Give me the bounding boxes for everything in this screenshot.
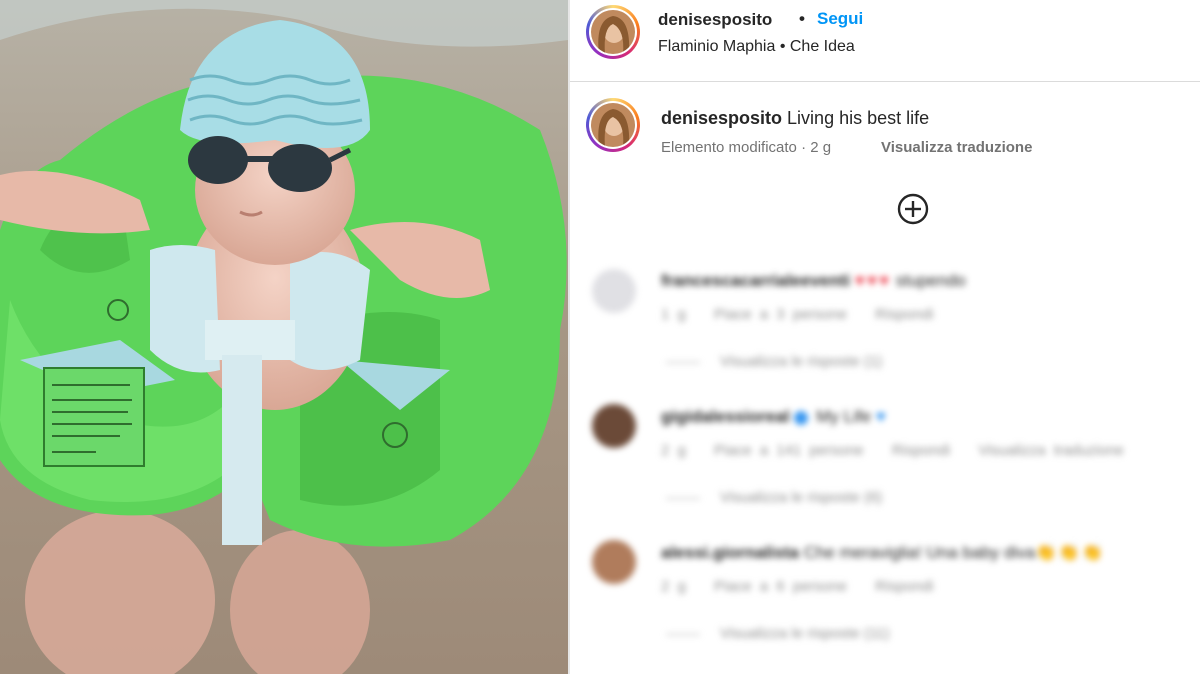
comment-text: stupendo — [895, 271, 966, 290]
commenter-avatar[interactable] — [592, 269, 636, 313]
comment-time: 2 g — [661, 442, 686, 459]
view-replies-button[interactable]: Visualizza le risposte (6) — [666, 489, 882, 506]
view-replies-button[interactable]: Visualizza le risposte (11) — [666, 625, 890, 642]
view-replies-button[interactable]: Visualizza le risposte (1) — [666, 353, 882, 370]
comment-body: francescacarrialeeventi ♥♥♥ stupendo — [661, 271, 966, 291]
comment-username[interactable]: gigidalessioreal — [661, 407, 790, 426]
caption-meta: Elemento modificato · 2 g — [661, 139, 832, 156]
comment-likes[interactable]: Piace a 6 persone — [714, 578, 847, 595]
comment-meta: 2 g Piace a 6 persone Rispondi — [661, 578, 954, 595]
reply-button[interactable]: Rispondi — [875, 306, 933, 323]
comment-text: Che meraviglia! Una baby diva — [803, 543, 1036, 562]
comment-body: gigidalessioreal My Life ♥ — [661, 407, 886, 427]
profile-photo — [591, 10, 635, 54]
comment-meta: 2 g Piace a 141 persone Rispondi Visuali… — [661, 442, 1144, 459]
comment-username[interactable]: alessi.giornalista — [661, 543, 799, 562]
replies-line — [666, 497, 700, 499]
caption-username[interactable]: denisesposito — [661, 108, 782, 128]
comment-username[interactable]: francescacarrialeeventi — [661, 271, 850, 290]
verified-badge-icon — [793, 410, 808, 425]
translate-link[interactable]: Visualizza traduzione — [978, 442, 1123, 459]
view-translation-link[interactable]: Visualizza traduzione — [881, 139, 1032, 156]
author-avatar[interactable] — [586, 5, 640, 59]
follow-button[interactable]: Segui — [817, 9, 863, 29]
comment-likes[interactable]: Piace a 141 persone — [714, 442, 864, 459]
comment-meta: 1 g Piace a 3 persone Rispondi — [661, 306, 954, 323]
comment-likes[interactable]: Piace a 3 persone — [714, 306, 847, 323]
replies-line — [666, 633, 700, 635]
commenter-avatar[interactable] — [592, 540, 636, 584]
baby-float-photo — [0, 0, 568, 674]
caption-avatar[interactable] — [586, 98, 640, 152]
commenter-avatar[interactable] — [592, 404, 636, 448]
comment-body: alessi.giornalista Che meraviglia! Una b… — [661, 543, 1105, 563]
comment-time: 2 g — [661, 578, 686, 595]
caption-text: Living his best life — [787, 108, 930, 128]
post-sidebar: denisesposito • Segui Flaminio Maphia • … — [570, 0, 1200, 674]
audio-track-link[interactable]: Flaminio Maphia • Che Idea — [658, 38, 855, 56]
profile-photo — [591, 103, 635, 147]
post-media[interactable] — [0, 0, 568, 674]
load-more-comments-icon[interactable] — [897, 193, 929, 225]
comment-text: My Life — [816, 407, 872, 426]
blue-heart-emoji-icon: ♥ — [875, 407, 886, 426]
heart-emoji-icon: ♥♥♥ — [854, 271, 892, 290]
separator-dot: • — [799, 9, 805, 28]
comment-time: 1 g — [661, 306, 686, 323]
view-replies-label: Visualizza le risposte (11) — [720, 625, 890, 642]
caption-line: denisesposito Living his best life — [661, 108, 929, 129]
replies-line — [666, 361, 700, 363]
comments-list: francescacarrialeeventi ♥♥♥ stupendo 1 g… — [570, 250, 1200, 674]
view-replies-label: Visualizza le risposte (1) — [720, 353, 883, 370]
author-username[interactable]: denisesposito — [658, 10, 772, 30]
post-header: denisesposito • Segui Flaminio Maphia • … — [570, 0, 1200, 82]
view-replies-label: Visualizza le risposte (6) — [720, 489, 883, 506]
clap-emoji-icon: 👏👏👏 — [1035, 543, 1105, 562]
reply-button[interactable]: Rispondi — [875, 578, 933, 595]
reply-button[interactable]: Rispondi — [892, 442, 950, 459]
